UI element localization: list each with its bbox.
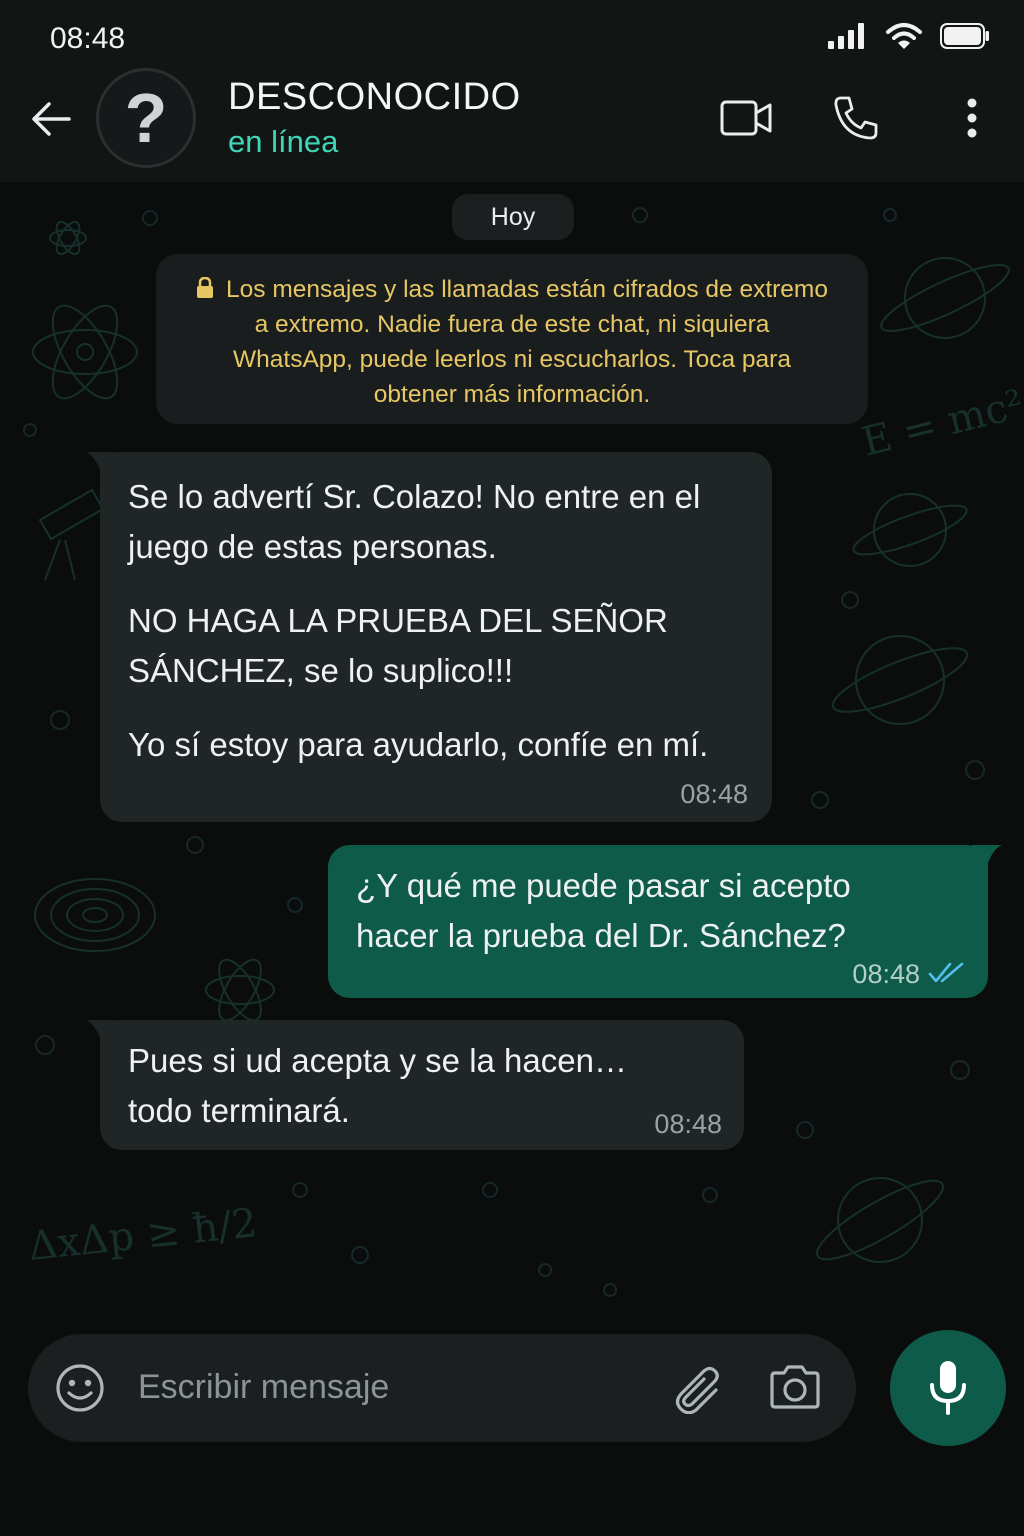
video-camera-icon: [720, 100, 772, 136]
back-button[interactable]: [28, 96, 74, 142]
svg-text:ΔxΔp ≥ ħ/2: ΔxΔp ≥ ħ/2: [26, 1200, 259, 1270]
camera-icon[interactable]: [768, 1364, 822, 1410]
message-paragraph: NO HAGA LA PRUEBA DEL SEÑOR SÁNCHEZ, se …: [128, 602, 668, 689]
bubble-tail: [86, 452, 116, 476]
lock-icon: [197, 277, 214, 298]
microphone-icon: [930, 1361, 966, 1415]
message-bubble-outgoing[interactable]: ¿Y qué me puede pasar si acepto hacer la…: [328, 845, 1002, 998]
svg-text:E = mc²: E = mc²: [857, 381, 1024, 465]
contact-status: en línea: [228, 124, 339, 159]
bubble-tail: [972, 845, 1002, 869]
status-bar: 08:48: [0, 0, 1024, 78]
encryption-notice[interactable]: Los mensajes y las llamadas están cifrad…: [156, 254, 868, 424]
message-paragraph: Pues si ud acepta y se la hacen… todo te…: [128, 1042, 627, 1129]
chat-header: ? DESCONOCIDO en línea: [0, 68, 1024, 182]
message-bubble-incoming[interactable]: Se lo advertí Sr. Colazo! No entre en el…: [86, 452, 772, 822]
contact-name[interactable]: DESCONOCIDO: [228, 76, 521, 119]
encryption-notice-text: Los mensajes y las llamadas están cifrad…: [226, 276, 828, 408]
video-call-button[interactable]: [719, 94, 773, 142]
signal-icon: [828, 23, 864, 49]
message-paragraph: Se lo advertí Sr. Colazo! No entre en el…: [128, 478, 701, 565]
message-time: 08:48: [852, 959, 920, 989]
contact-avatar[interactable]: ?: [96, 68, 196, 168]
read-receipt-icon: [928, 962, 964, 983]
chat-screen: E = mc² ΔxΔp ≥ ħ/2 08:48 ? DESCONOCIDO e…: [0, 0, 1024, 1536]
emoji-icon[interactable]: [54, 1362, 106, 1414]
message-input[interactable]: Escribir mensaje: [138, 1368, 389, 1407]
message-text: Se lo advertí Sr. Colazo! No entre en el…: [128, 472, 744, 770]
voice-message-button[interactable]: [890, 1330, 1006, 1446]
paperclip-icon[interactable]: [670, 1364, 726, 1414]
message-paragraph: ¿Y qué me puede pasar si acepto hacer la…: [356, 867, 851, 954]
battery-icon: [940, 23, 989, 49]
voice-call-button[interactable]: [828, 94, 882, 142]
status-time: 08:48: [50, 22, 126, 55]
menu-button[interactable]: [945, 94, 999, 142]
message-time: 08:48: [680, 779, 748, 809]
message-text: Pues si ud acepta y se la hacen… todo te…: [128, 1036, 658, 1136]
wifi-icon: [886, 23, 922, 49]
message-text: ¿Y qué me puede pasar si acepto hacer la…: [356, 861, 896, 961]
bubble-tail: [86, 1020, 116, 1044]
message-time: 08:48: [654, 1109, 722, 1139]
message-paragraph: Yo sí estoy para ayudarlo, confíe en mí.: [128, 726, 709, 763]
more-vertical-icon: [967, 98, 977, 138]
phone-icon: [834, 96, 878, 140]
message-composer[interactable]: Escribir mensaje: [28, 1334, 856, 1442]
status-icons: [828, 22, 990, 50]
message-bubble-incoming[interactable]: Pues si ud acepta y se la hacen… todo te…: [86, 1020, 744, 1150]
date-divider: Hoy: [452, 194, 574, 240]
arrow-left-icon: [32, 102, 71, 136]
